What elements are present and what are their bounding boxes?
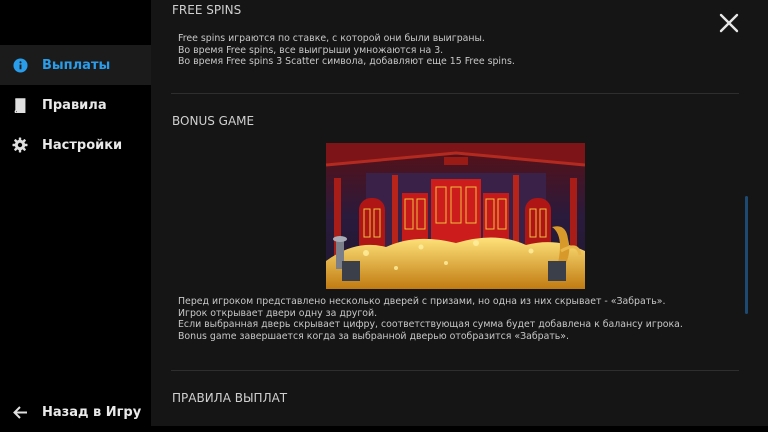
sidebar-item-label: Настройки [42,137,123,153]
sidebar-item-label: Правила [42,97,107,113]
section-title-free-spins: FREE SPINS [172,3,242,17]
text-line: Bonus game завершается когда за выбранно… [178,331,570,343]
divider [171,93,739,94]
sidebar-item-settings[interactable]: Настройки [0,125,151,165]
info-icon [12,57,28,73]
back-to-game-button[interactable]: Назад в Игру [0,392,151,432]
divider [171,370,739,371]
text-line: Игрок открывает двери одну за другой. [178,307,378,319]
gear-icon [12,137,28,153]
back-label: Назад в Игру [42,404,142,420]
sidebar-item-rules[interactable]: Правила [0,85,151,125]
text-line: Во время Free spins, все выигрыши умножа… [178,44,444,56]
text-line: Во время Free spins 3 Scatter символа, д… [178,56,515,68]
section-title-payout-rules: ПРАВИЛА ВЫПЛАТ [172,391,288,405]
arrow-left-icon [12,404,28,420]
book-icon [12,97,28,113]
bonus-game-text: Перед игроком представлено несколько две… [178,296,683,343]
close-icon [719,13,739,33]
text-line: Перед игроком представлено несколько две… [178,296,666,307]
text-line: Free spins играются по ставке, с которой… [178,33,485,44]
text-line: Если выбранная дверь скрывает цифру, соо… [178,319,683,331]
content-panel: FREE SPINS Free spins играются по ставке… [151,0,768,426]
sidebar-item-label: Выплаты [42,57,111,73]
bonus-game-image [326,143,585,289]
sidebar: Выплаты Правила Настройки Назад в Игру [0,0,151,426]
scrollbar[interactable] [745,196,748,314]
free-spins-text: Free spins играются по ставке, с которой… [178,33,515,68]
section-title-bonus-game: BONUS GAME [172,114,255,128]
sidebar-item-payouts[interactable]: Выплаты [0,45,151,85]
close-button[interactable] [716,10,742,36]
